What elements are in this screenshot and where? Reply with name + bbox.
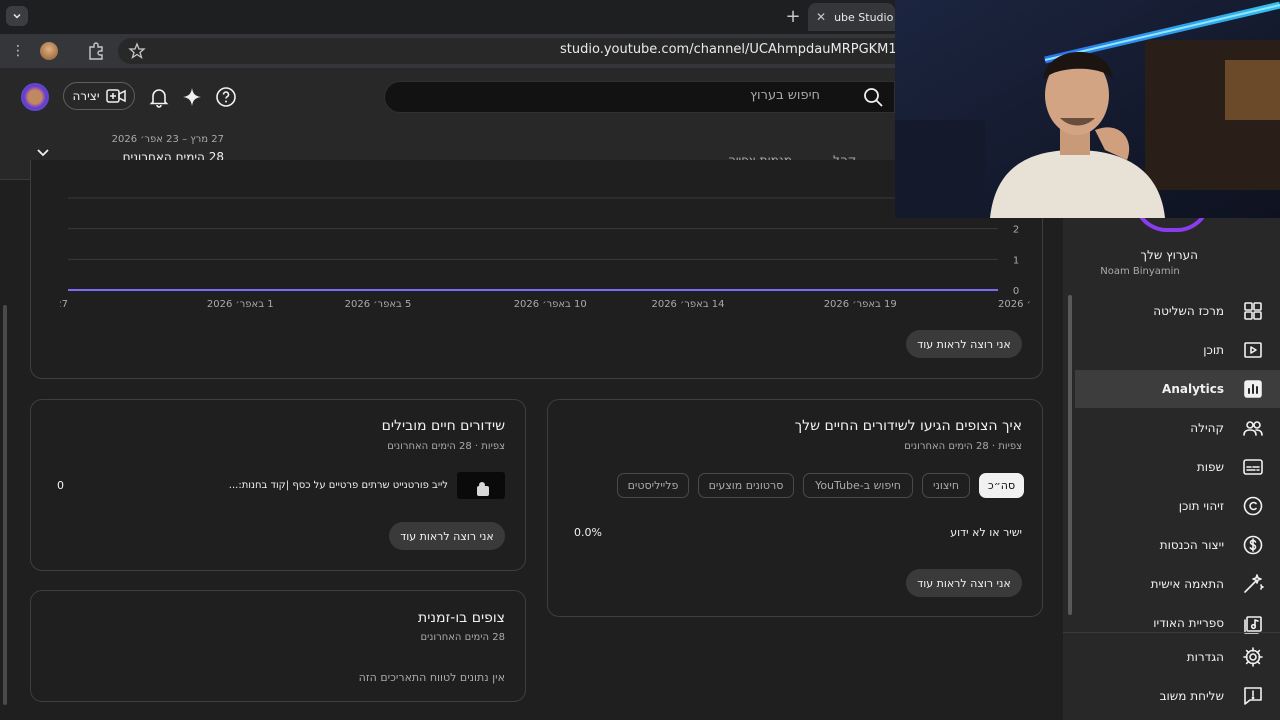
chart-x-tick: 14 באפר׳ 2026 (651, 299, 724, 310)
search-icon[interactable] (862, 86, 884, 108)
channel-label: הערוץ שלך (1140, 248, 1198, 262)
sidebar-item-analytics[interactable]: Analytics (1075, 370, 1280, 408)
audio-library-icon (1242, 612, 1264, 634)
sidebar-item-dashboard[interactable]: מרכז השליטה (1075, 292, 1280, 330)
top-live-subtitle: צפיות · 28 הימים האחרונים (387, 441, 505, 452)
nav-label: מרכז השליטה (1153, 304, 1224, 318)
analytics-icon (1242, 378, 1264, 400)
concurrent-title: צופים בו-זמנית (418, 610, 505, 626)
search-placeholder: חיפוש בערוץ (750, 88, 820, 103)
browser-tab-strip (0, 0, 895, 34)
views-line-chart: 0 1 2 27 במרץ 2026 1 באפר׳ 2026 5 באפר׳ 2026 1… (60, 197, 1030, 310)
copyright-icon (1242, 495, 1264, 517)
chip-playlists[interactable]: פלייליסטים (617, 473, 689, 498)
channel-name: Noam Binyamin (1100, 266, 1180, 277)
nav-label: זיהוי תוכן (1178, 499, 1224, 513)
help-icon[interactable] (215, 86, 237, 108)
browser-tab[interactable]: ✕ ube Studio (808, 3, 895, 31)
sidebar-item-content[interactable]: תוכן (1075, 331, 1280, 369)
magic-wand-icon (1242, 573, 1264, 595)
close-icon[interactable]: ✕ (816, 10, 826, 24)
main-scrollbar[interactable] (3, 305, 7, 705)
nav-label: שפות (1196, 460, 1224, 474)
sidebar-bottom-item-feedback[interactable]: שליחת משוב (1075, 677, 1280, 715)
concurrent-empty-text: אין נתונים לטווח התאריכים הזה (358, 671, 505, 684)
chart-see-more-button[interactable]: אני רוצה לראות עוד (906, 330, 1022, 358)
bookmark-star-icon[interactable] (128, 42, 146, 60)
tab-title: ube Studio (834, 10, 894, 24)
extensions-icon[interactable] (86, 41, 106, 61)
create-button[interactable]: יצירה (63, 82, 135, 110)
chart-x-tick: 10 באפר׳ 2026 (514, 299, 587, 310)
concurrent-subtitle: 28 הימים האחרונים (420, 632, 505, 643)
traffic-see-more-button[interactable]: אני רוצה לראות עוד (906, 569, 1022, 597)
top-live-title: שידורים חיים מובילים (381, 418, 505, 434)
content-icon (1242, 339, 1264, 361)
video-camera-plus-icon (105, 89, 126, 103)
chart-y-tick: 2 (1013, 225, 1019, 236)
sidebar-item-dollar[interactable]: ייצור הכנסות (1075, 526, 1280, 564)
top-live-item-title[interactable]: לייב פורטנייט שרתים פרטיים על כסף |קוד ב… (200, 480, 448, 491)
chip-total[interactable]: סה״כ (979, 473, 1024, 498)
chart-y-tick: 0 (1013, 286, 1019, 297)
sidebar-bottom-item-gear[interactable]: הגדרות (1075, 638, 1280, 676)
sidebar-item-copyright[interactable]: זיהוי תוכן (1075, 487, 1280, 525)
sidebar-scrollbar[interactable] (1068, 295, 1072, 615)
sparkle-icon[interactable] (181, 86, 203, 108)
chart-x-tick: 5 באפר׳ 2026 (345, 299, 412, 310)
sidebar-item-subtitles[interactable]: שפות (1075, 448, 1280, 486)
tab-search-button[interactable] (6, 6, 28, 26)
dashboard-icon (1242, 300, 1264, 322)
plus-icon: + (785, 5, 801, 27)
webcam-person-image (895, 0, 1280, 218)
bell-icon[interactable] (148, 86, 170, 108)
sidebar-item-community[interactable]: קהילה (1075, 409, 1280, 447)
nav-label: ייצור הכנסות (1159, 538, 1224, 552)
account-avatar[interactable] (21, 83, 49, 111)
profile-avatar[interactable] (40, 42, 58, 60)
nav-label: Analytics (1162, 382, 1224, 396)
chart-x-tick: 1 באפר׳ 2026 (207, 299, 274, 310)
traffic-card-title: איך הצופים הגיעו לשידורים החיים שלך (794, 418, 1022, 434)
sidebar-divider (1063, 632, 1280, 633)
dollar-icon (1242, 534, 1264, 556)
nav-label: שליחת משוב (1159, 689, 1224, 703)
sidebar-item-audio-library[interactable]: ספריית האודיו (1075, 604, 1280, 642)
top-live-item-value: 0 (57, 479, 64, 492)
date-range-dropdown[interactable] (33, 142, 53, 162)
chart-x-tick: 27 במרץ 2026 (60, 299, 68, 310)
traffic-row-label: ישיר או לא ידוע (950, 526, 1022, 539)
feedback-icon (1242, 685, 1264, 707)
nav-label: תוכן (1203, 343, 1224, 357)
traffic-card-subtitle: צפיות · 28 הימים האחרונים (904, 441, 1022, 452)
video-thumbnail[interactable] (457, 472, 505, 499)
date-range-dates: 27 מרץ – 23 אפר׳ 2026 (111, 134, 224, 145)
webcam-overlay (895, 0, 1280, 218)
nav-label: קהילה (1190, 421, 1224, 435)
gear-icon (1242, 646, 1264, 668)
chart-y-tick: 1 (1013, 255, 1019, 266)
nav-label: ספריית האודיו (1153, 616, 1224, 630)
nav-label: התאמה אישית (1150, 577, 1224, 591)
chip-suggested-videos[interactable]: סרטונים מוצעים (698, 473, 794, 498)
community-icon (1242, 417, 1264, 439)
nav-label: הגדרות (1186, 650, 1224, 664)
subtitles-icon (1242, 456, 1264, 478)
chip-youtube-search[interactable]: חיפוש ב-YouTube (803, 473, 913, 498)
more-vertical-icon: ⋮ (11, 43, 25, 59)
chart-x-tick: 19 באפר׳ 2026 (824, 299, 897, 310)
new-tab-button[interactable]: + (783, 5, 803, 27)
chevron-down-icon (37, 149, 49, 157)
concurrent-viewers-card (30, 590, 526, 702)
create-label: יצירה (72, 89, 100, 103)
chart-x-tick: 23 באפר׳ 2026 (998, 299, 1030, 310)
sidebar-item-magic-wand[interactable]: התאמה אישית (1075, 565, 1280, 603)
url-text: studio.youtube.com/channel/UCAhmpdauMRPG… (560, 42, 895, 57)
top-live-see-more-button[interactable]: אני רוצה לראות עוד (389, 522, 505, 550)
chip-external[interactable]: חיצוני (922, 473, 970, 498)
traffic-row-value: 0.0% (574, 526, 602, 539)
chevron-down-icon (13, 13, 21, 19)
browser-menu-button[interactable]: ⋮ (8, 42, 28, 60)
